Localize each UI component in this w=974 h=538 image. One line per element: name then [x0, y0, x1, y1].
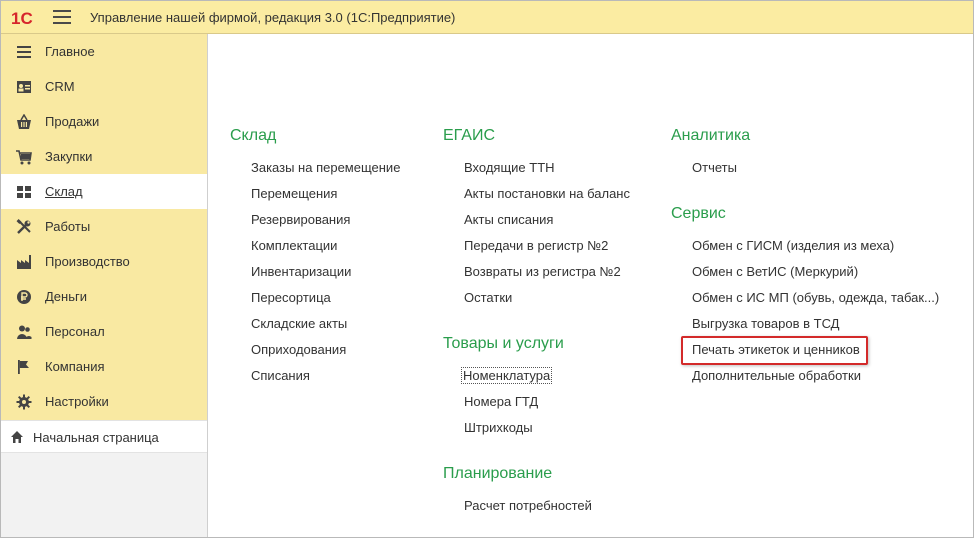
sidebar-item-label: Закупки — [45, 149, 93, 164]
link-ismp-exchange[interactable]: Обмен с ИС МП (обувь, одежда, табак...) — [692, 290, 939, 305]
sidebar-item-label: Продажи — [45, 114, 100, 129]
section-title-service: Сервис — [671, 205, 726, 222]
link-receipts[interactable]: Оприходования — [251, 342, 346, 357]
link-transfers[interactable]: Перемещения — [251, 186, 337, 201]
main-menu-button[interactable] — [53, 10, 71, 26]
link-warehouse-acts[interactable]: Складские акты — [251, 316, 347, 331]
sidebar-item-label: Работы — [45, 219, 91, 234]
sidebar-item-label: Настройки — [45, 394, 109, 409]
sidebar-item-company[interactable]: Компания — [1, 349, 207, 384]
section-title-goods: Товары и услуги — [443, 335, 564, 352]
sidebar-item-label: Деньги — [45, 289, 87, 304]
sidebar-item-label: CRM — [45, 79, 75, 94]
link-egais-balances[interactable]: Остатки — [464, 290, 512, 305]
link-regrading[interactable]: Пересортица — [251, 290, 331, 305]
section-title-analytics: Аналитика — [671, 127, 751, 144]
link-barcodes[interactable]: Штрихкоды — [464, 420, 533, 435]
link-incoming-ttn[interactable]: Входящие ТТН — [464, 160, 555, 175]
start-page-link[interactable]: Начальная страница — [1, 420, 207, 453]
link-nomenclature[interactable]: Номенклатура — [460, 367, 553, 384]
sidebar-item-label: Персонал — [45, 324, 105, 339]
section-title-egais: ЕГАИС — [443, 127, 495, 144]
factory-icon — [17, 255, 31, 269]
link-demand-calculation[interactable]: Расчет потребностей — [464, 498, 592, 513]
gear-icon — [16, 394, 32, 410]
sidebar-empty-area — [1, 453, 207, 537]
sections-panel: Главное CRM Продажи Закупки Склад Работы… — [1, 34, 208, 537]
link-reports[interactable]: Отчеты — [692, 160, 737, 175]
sidebar-item-warehouse[interactable]: Склад — [1, 174, 207, 209]
people-icon — [17, 325, 32, 339]
link-print-labels-price-tags[interactable]: Печать этикеток и ценников — [692, 342, 860, 357]
sidebar-item-works[interactable]: Работы — [1, 209, 207, 244]
app-window: 1С Управление нашей фирмой, редакция 3.0… — [0, 0, 974, 538]
sidebar-item-main[interactable]: Главное — [1, 34, 207, 69]
start-page-label: Начальная страница — [33, 430, 159, 445]
1c-logo-icon: 1С — [11, 9, 33, 28]
sidebar-item-purchases[interactable]: Закупки — [1, 139, 207, 174]
sidebar-item-label: Компания — [45, 359, 105, 374]
sidebar-item-label: Производство — [45, 254, 130, 269]
tools-icon — [16, 219, 31, 234]
sidebar-item-production[interactable]: Производство — [1, 244, 207, 279]
link-vetis-exchange[interactable]: Обмен с ВетИС (Меркурий) — [692, 264, 858, 279]
shopping-basket-icon — [17, 114, 31, 129]
link-gism-exchange[interactable]: Обмен с ГИСМ (изделия из меха) — [692, 238, 894, 253]
section-title-planning: Планирование — [443, 465, 553, 482]
link-customs-numbers[interactable]: Номера ГТД — [464, 394, 538, 409]
warehouse-icon — [17, 186, 31, 198]
link-kitting[interactable]: Комплектации — [251, 238, 337, 253]
section-content: Склад Заказы на перемещение Перемещения … — [209, 34, 973, 537]
link-balance-acts[interactable]: Акты постановки на баланс — [464, 186, 630, 201]
link-egais-writeoff-acts[interactable]: Акты списания — [464, 212, 553, 227]
sidebar-item-sales[interactable]: Продажи — [1, 104, 207, 139]
contact-card-icon — [17, 81, 31, 93]
title-bar: 1С Управление нашей фирмой, редакция 3.0… — [1, 1, 973, 34]
link-inventory[interactable]: Инвентаризации — [251, 264, 351, 279]
window-title: Управление нашей фирмой, редакция 3.0 (1… — [90, 10, 456, 25]
ruble-coin-icon — [17, 290, 31, 304]
link-tsd-export[interactable]: Выгрузка товаров в ТСД — [692, 316, 840, 331]
sidebar-item-label: Склад — [45, 184, 83, 199]
section-title-warehouse: Склад — [230, 127, 277, 144]
link-register2-returns[interactable]: Возвраты из регистра №2 — [464, 264, 621, 279]
cart-icon — [16, 150, 32, 165]
sidebar-item-crm[interactable]: CRM — [1, 69, 207, 104]
link-write-offs[interactable]: Списания — [251, 368, 310, 383]
sidebar-item-label: Главное — [45, 44, 95, 59]
hamburger-icon — [53, 10, 71, 12]
link-reservations[interactable]: Резервирования — [251, 212, 350, 227]
menu-lines-icon — [17, 46, 31, 58]
link-register2-transfers[interactable]: Передачи в регистр №2 — [464, 238, 608, 253]
link-transfer-orders[interactable]: Заказы на перемещение — [251, 160, 400, 175]
flag-icon — [18, 360, 29, 374]
sidebar-item-money[interactable]: Деньги — [1, 279, 207, 314]
home-icon — [11, 431, 23, 443]
sidebar-item-settings[interactable]: Настройки — [1, 384, 207, 419]
sidebar-item-personnel[interactable]: Персонал — [1, 314, 207, 349]
link-additional-processing[interactable]: Дополнительные обработки — [692, 368, 861, 383]
svg-text:1С: 1С — [11, 9, 33, 28]
